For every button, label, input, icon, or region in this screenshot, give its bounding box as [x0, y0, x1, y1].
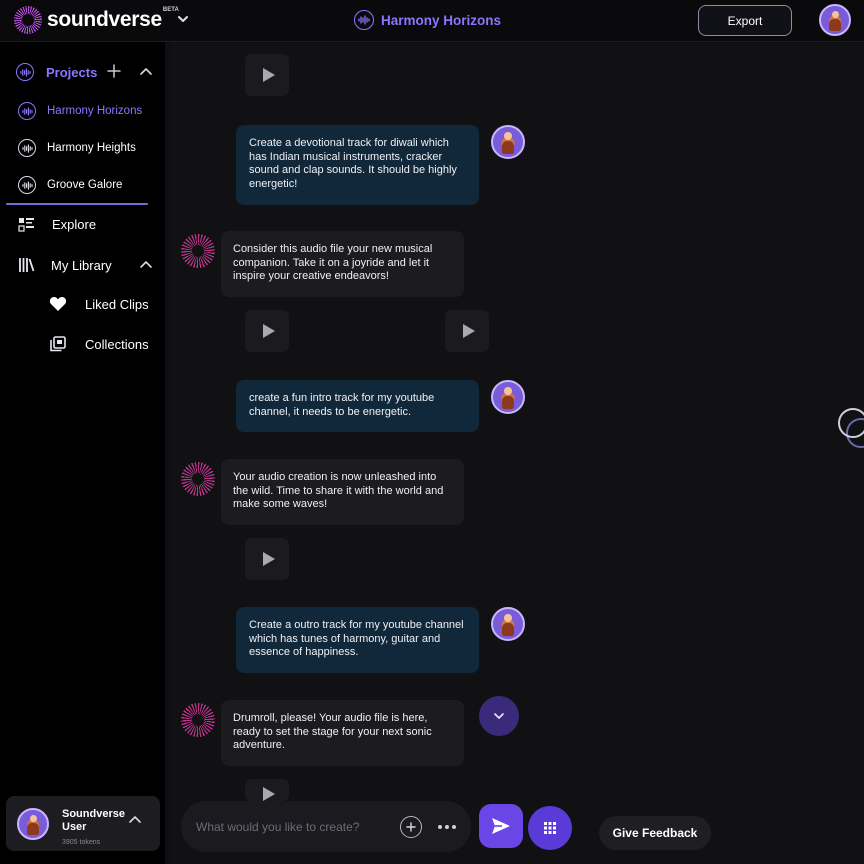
projects-divider [6, 203, 148, 205]
user-message: Create a devotional track for diwali whi… [236, 125, 479, 205]
sidebar-item-liked-clips[interactable]: Liked Clips [49, 296, 149, 312]
soundverse-bot-icon [181, 703, 215, 737]
play-icon [262, 324, 275, 338]
avatar [491, 607, 525, 641]
soundverse-bot-icon [181, 462, 215, 496]
collections-icon [50, 336, 66, 352]
assistant-message: Consider this audio file your new musica… [221, 231, 464, 297]
library-icon [19, 258, 35, 272]
scroll-down-button[interactable] [479, 696, 519, 736]
export-button[interactable]: Export [698, 5, 792, 36]
more-options-icon[interactable] [438, 825, 456, 829]
waveform-icon [354, 10, 374, 30]
sidebar-item-explore[interactable]: Explore [18, 216, 96, 233]
add-project-icon[interactable] [106, 63, 122, 79]
soundverse-bot-icon [181, 234, 215, 268]
collections-label: Collections [85, 336, 149, 352]
sidebar-item-label: Harmony Heights [47, 142, 136, 154]
chevron-up-icon[interactable] [128, 813, 142, 827]
logo-text: soundverse [47, 8, 162, 31]
liked-clips-label: Liked Clips [85, 296, 149, 312]
avatar [491, 125, 525, 159]
soundverse-logo[interactable]: soundverse BETA [14, 6, 179, 34]
play-icon [462, 324, 475, 338]
assistant-message: Drumroll, please! Your audio file is her… [221, 700, 464, 766]
audio-play-button[interactable] [445, 310, 489, 352]
audio-play-button[interactable] [245, 779, 289, 801]
token-count: 3905 tokens [62, 839, 101, 846]
top-bar: soundverse BETA Harmony Horizons Export [0, 0, 864, 42]
projects-label: Projects [46, 64, 98, 80]
soundverse-logo-icon [14, 6, 42, 34]
library-label: My Library [51, 257, 112, 273]
grid-icon [544, 822, 556, 834]
waveform-icon [18, 176, 36, 194]
user-message: create a fun intro track for my youtube … [236, 380, 479, 432]
sidebar-item-label: Groove Galore [47, 179, 123, 191]
sidebar-item-harmony-heights[interactable]: Harmony Heights [18, 139, 136, 157]
sidebar-item-label: Harmony Horizons [47, 105, 143, 117]
chevron-up-icon[interactable] [139, 258, 153, 272]
explore-label: Explore [52, 217, 97, 232]
user-message: Create a outro track for my youtube chan… [236, 607, 479, 673]
prompt-input[interactable] [196, 817, 396, 837]
play-icon [262, 787, 275, 801]
waveform-icon [16, 63, 34, 81]
sidebar-item-collections[interactable]: Collections [50, 336, 149, 352]
waveform-icon [18, 139, 36, 157]
play-icon [262, 552, 275, 566]
user-name: Soundverse User [62, 808, 125, 833]
sidebar-item-groove-galore[interactable]: Groove Galore [18, 176, 122, 194]
give-feedback-button[interactable]: Give Feedback [599, 816, 711, 850]
audio-play-button[interactable] [245, 310, 289, 352]
loading-ring-icon [838, 408, 864, 438]
projects-header[interactable]: Projects [16, 63, 97, 81]
prompt-composer [181, 801, 471, 852]
add-attachment-button[interactable] [400, 816, 422, 838]
assistant-message: Your audio creation is now unleashed int… [221, 459, 464, 525]
sidebar-item-harmony-horizons[interactable]: Harmony Horizons [18, 102, 142, 120]
heart-icon [49, 297, 67, 311]
chevron-down-icon [494, 713, 504, 719]
audio-play-button[interactable] [245, 538, 289, 580]
sidebar-item-my-library[interactable]: My Library [18, 256, 112, 274]
plus-icon [406, 822, 416, 832]
send-button[interactable] [479, 804, 523, 848]
chevron-down-icon[interactable] [176, 12, 190, 26]
send-icon [492, 818, 510, 834]
avatar [17, 808, 49, 840]
chevron-up-icon[interactable] [139, 65, 153, 79]
avatar [491, 380, 525, 414]
explore-icon [18, 218, 34, 232]
user-card[interactable]: Soundverse User 3905 tokens [6, 796, 160, 851]
play-icon [262, 68, 275, 82]
sidebar [0, 42, 170, 864]
audio-play-button[interactable] [245, 54, 289, 96]
apps-grid-button[interactable] [528, 806, 572, 850]
page-title: Harmony Horizons [381, 12, 502, 28]
avatar[interactable] [819, 4, 851, 36]
project-title-group: Harmony Horizons [354, 10, 501, 30]
waveform-icon [18, 102, 36, 120]
